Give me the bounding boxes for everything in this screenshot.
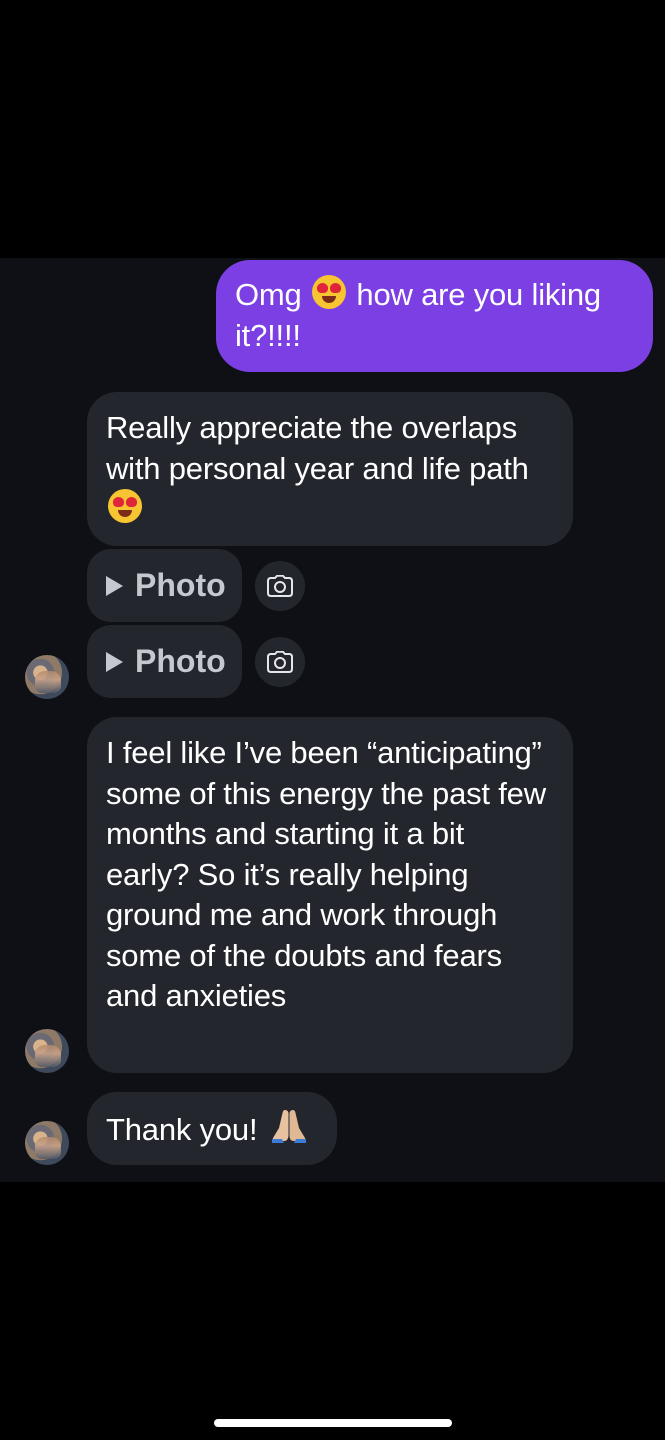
camera-icon[interactable] [255,637,305,687]
message-text: Really appreciate the overlaps with pers… [106,410,538,486]
message-text: Omg [235,277,310,312]
incoming-message-bubble[interactable]: Thank you! [87,1092,337,1165]
message-text: Thank you! [106,1112,266,1147]
photo-message[interactable]: Photo [87,625,242,698]
avatar[interactable] [25,1029,69,1073]
avatar[interactable] [25,1121,69,1165]
play-icon [106,575,123,596]
message-text: I feel like I’ve been “anticipating” som… [106,735,555,1013]
heart-eyes-emoji-icon [108,489,142,523]
photo-label: Photo [135,643,226,679]
incoming-message-bubble[interactable]: Really appreciate the overlaps with pers… [87,392,573,546]
photo-label: Photo [135,567,226,603]
incoming-message-bubble[interactable]: I feel like I’ve been “anticipating” som… [87,717,573,1073]
camera-icon[interactable] [255,561,305,611]
outgoing-message-bubble[interactable]: Omg how are you liking it?!!!! [216,260,653,372]
photo-message[interactable]: Photo [87,549,242,622]
avatar[interactable] [25,655,69,699]
folded-hands-emoji-icon [270,1108,308,1144]
heart-eyes-emoji-icon [312,275,346,309]
play-icon [106,651,123,672]
home-indicator[interactable] [214,1419,452,1427]
